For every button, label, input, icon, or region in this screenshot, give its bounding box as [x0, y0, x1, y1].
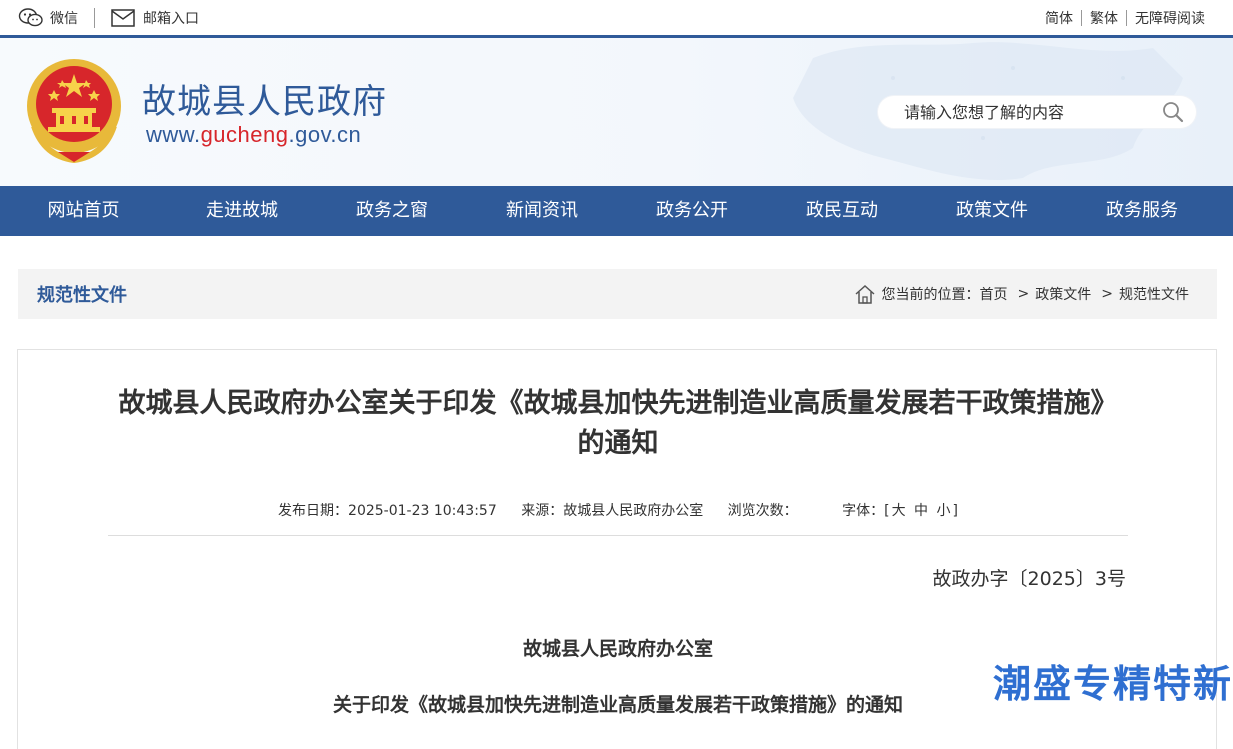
view-count: 浏览次数： [727, 503, 798, 519]
font-size-control: 字体：[大 中 小] [842, 503, 958, 519]
wechat-label: 微信 [50, 10, 78, 27]
top-bar-left: 微信 邮箱入口 [18, 7, 199, 29]
breadcrumb-bar: 规范性文件 您当前的位置： 首页 > 政策文件 > 规范性文件 [18, 269, 1217, 319]
issuing-office: 故城县人民政府办公室 [522, 638, 713, 660]
search-input[interactable] [904, 102, 1144, 122]
home-icon [854, 283, 876, 305]
site-url: www.gucheng.gov.cn [146, 122, 361, 148]
breadcrumb-home[interactable]: 首页 [980, 284, 1008, 304]
publish-date: 发布日期：2025-01-23 10:43:57 [278, 503, 497, 519]
wechat-link[interactable]: 微信 [18, 7, 78, 29]
top-bar-right: 简体 繁体 无障碍阅读 [1037, 8, 1215, 28]
top-bar: 微信 邮箱入口 简体 繁体 无障碍阅读 [0, 0, 1233, 38]
site-name: 故城县人民政府 [142, 82, 387, 122]
breadcrumb-policy-documents[interactable]: 政策文件 [1035, 284, 1091, 304]
mailbox-label: 邮箱入口 [143, 10, 199, 27]
url-suffix: .gov.cn [288, 122, 362, 147]
nav-item-government-affairs[interactable]: 政务公开 [617, 186, 767, 236]
national-emblem-icon [27, 59, 121, 164]
accessible-reading-link[interactable]: 无障碍阅读 [1127, 8, 1215, 28]
nav-item-about-gucheng[interactable]: 走进故城 [167, 186, 317, 236]
main-nav: 网站首页 走进故城 政务之窗 新闻资讯 政务公开 政民互动 政策文件 政务服务 [0, 186, 1233, 236]
article-meta: 发布日期：2025-01-23 10:43:57 来源：故城县人民政府办公室 浏… [108, 500, 1128, 520]
location-label: 您当前的位置： [881, 287, 980, 303]
document-number: 故政办字〔2025〕3号 [932, 568, 1126, 590]
nav-item-news[interactable]: 新闻资讯 [467, 186, 617, 236]
mailbox-link[interactable]: 邮箱入口 [111, 8, 199, 28]
nav-item-home[interactable]: 网站首页 [0, 186, 167, 236]
font-small-button[interactable]: 小 [936, 503, 950, 519]
site-header: 故城县人民政府 www.gucheng.gov.cn [0, 38, 1233, 186]
font-size-label: 字体：[ [842, 503, 890, 519]
article-source: 来源：故城县人民政府办公室 [521, 503, 704, 519]
divider [108, 535, 1128, 536]
nav-item-government-services[interactable]: 政务服务 [1067, 186, 1217, 236]
url-domain: gucheng [200, 122, 289, 147]
breadcrumb-separator: > [1101, 286, 1113, 302]
mail-icon [111, 8, 135, 27]
section-title: 规范性文件 [37, 285, 127, 306]
traditional-chinese-link[interactable]: 繁体 [1082, 8, 1126, 28]
divider [94, 7, 95, 28]
breadcrumb: 您当前的位置： 首页 > 政策文件 > 规范性文件 [854, 283, 1189, 305]
simplified-chinese-link[interactable]: 简体 [1037, 8, 1081, 28]
search-box [878, 96, 1196, 128]
watermark-text: 潮盛专精特新 [992, 662, 1233, 706]
wechat-icon [18, 7, 44, 29]
font-large-button[interactable]: 大 [892, 503, 906, 519]
nav-item-interaction[interactable]: 政民互动 [767, 186, 917, 236]
url-prefix: www. [146, 122, 201, 147]
breadcrumb-separator: > [1017, 286, 1030, 302]
article-title: 故城县人民政府办公室关于印发《故城县加快先进制造业高质量发展若干政策措施》的通知 [118, 388, 1118, 459]
breadcrumb-normative-documents[interactable]: 规范性文件 [1119, 284, 1189, 304]
nav-item-government-window[interactable]: 政务之窗 [317, 186, 467, 236]
search-icon[interactable] [1162, 101, 1184, 123]
font-size-end: ] [952, 503, 958, 519]
font-medium-button[interactable]: 中 [914, 503, 928, 519]
nav-item-policy-documents[interactable]: 政策文件 [917, 186, 1067, 236]
